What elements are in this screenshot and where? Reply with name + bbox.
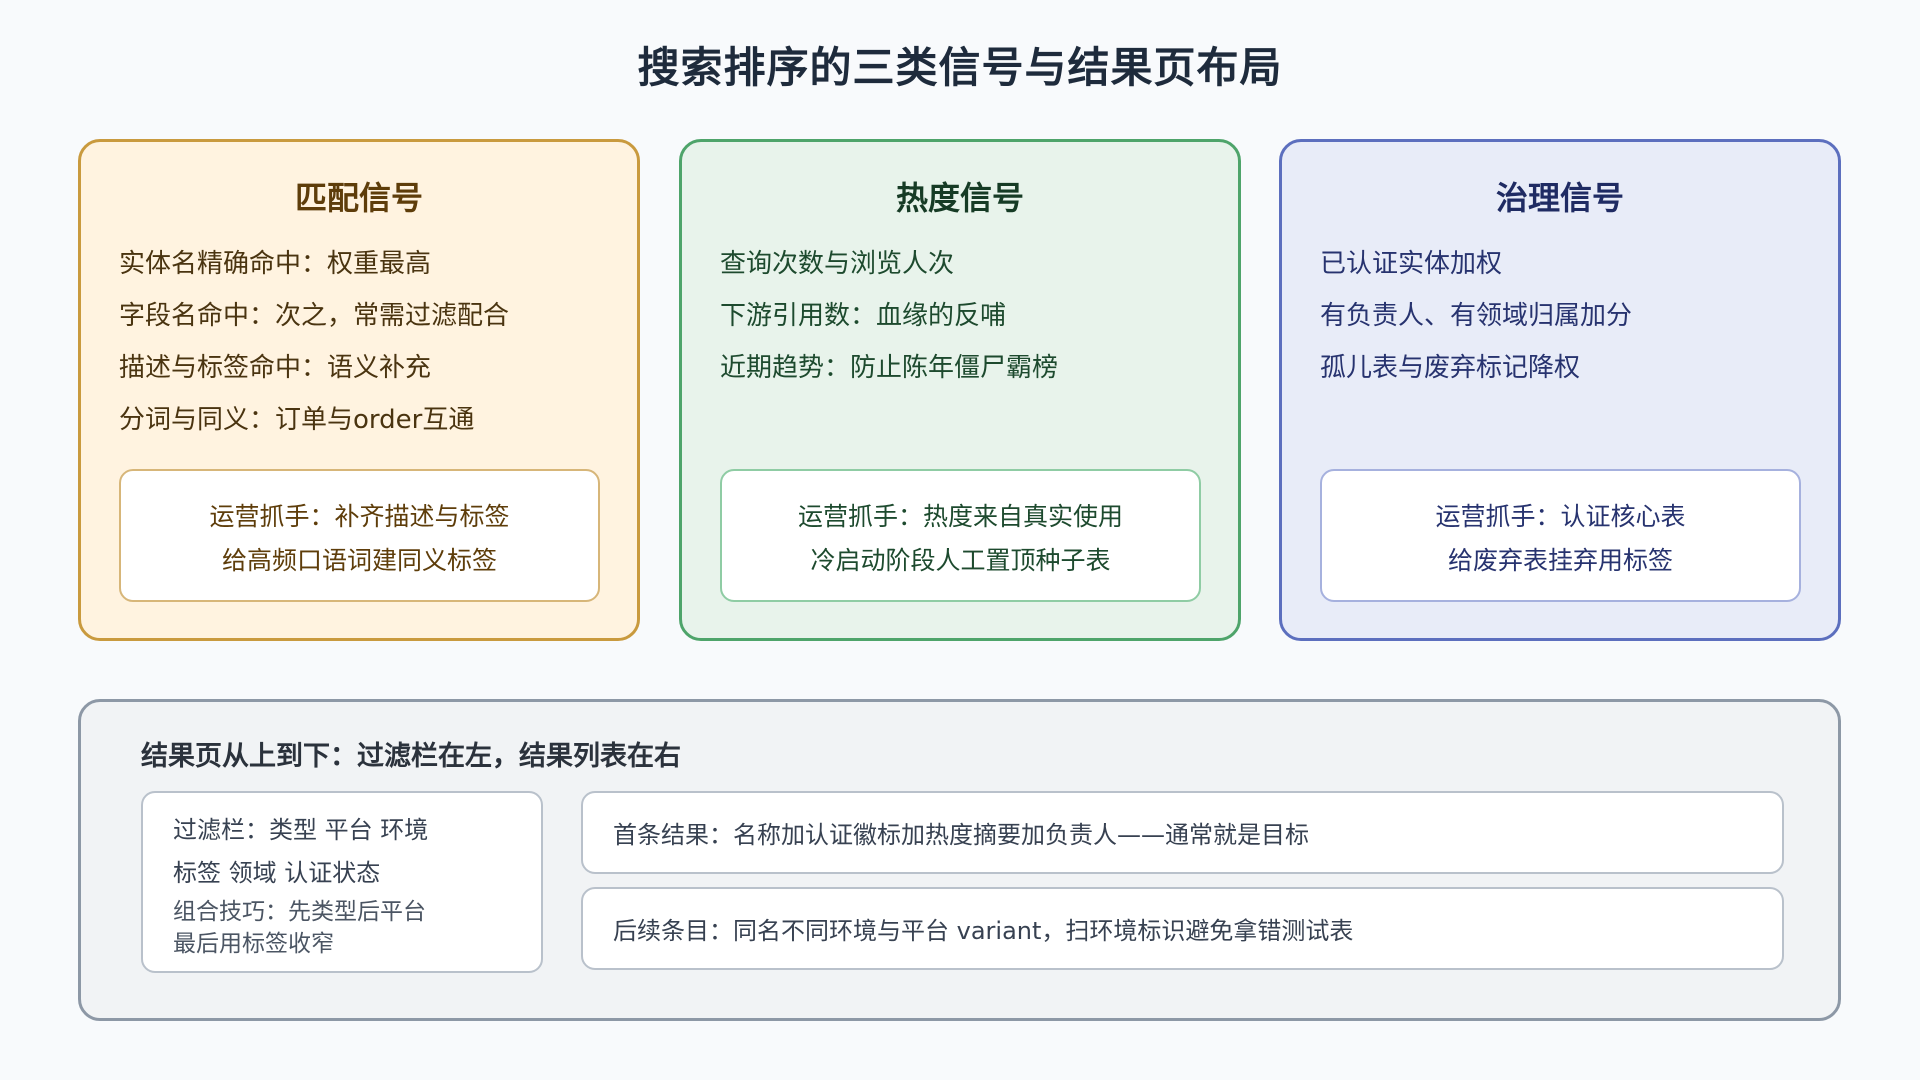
card-bullets: 查询次数与浏览人次 下游引用数：血缘的反哺 近期趋势：防止陈年僵尸霸榜 bbox=[720, 238, 1058, 394]
tip-line: 给废弃表挂弃用标签 bbox=[1447, 546, 1673, 575]
diagram-page: 搜索排序的三类信号与结果页布局 匹配信号 实体名精确命中：权重最高 字段名命中：… bbox=[0, 0, 1920, 1080]
bullet-item: 描述与标签命中：语义补充 bbox=[119, 353, 432, 383]
ops-tip-box: 运营抓手：认证核心表 给废弃表挂弃用标签 bbox=[1320, 469, 1801, 602]
card-title: 治理信号 bbox=[1495, 179, 1624, 217]
bullet-item: 已认证实体加权 bbox=[1320, 249, 1503, 279]
filter-line: 过滤栏：类型 平台 环境 bbox=[173, 816, 429, 844]
page-title: 搜索排序的三类信号与结果页布局 bbox=[637, 43, 1283, 92]
bullet-item: 近期趋势：防止陈年僵尸霸榜 bbox=[720, 353, 1059, 383]
bullet-item: 有负责人、有领域归属加分 bbox=[1320, 301, 1633, 331]
tip-line: 运营抓手：补齐描述与标签 bbox=[209, 502, 510, 531]
bullet-item: 实体名精确命中：权重最高 bbox=[119, 249, 432, 279]
card-title: 匹配信号 bbox=[294, 179, 423, 217]
match-signal-card: 匹配信号 实体名精确命中：权重最高 字段名命中：次之，常需过滤配合 描述与标签命… bbox=[78, 139, 640, 641]
tip-line: 运营抓手：热度来自真实使用 bbox=[797, 502, 1123, 531]
card-bullets: 已认证实体加权 有负责人、有领域归属加分 孤儿表与废弃标记降权 bbox=[1320, 238, 1632, 394]
heat-signal-card: 热度信号 查询次数与浏览人次 下游引用数：血缘的反哺 近期趋势：防止陈年僵尸霸榜… bbox=[679, 139, 1241, 641]
filter-tip-line: 最后用标签收窄 bbox=[173, 931, 334, 957]
bullet-item: 下游引用数：血缘的反哺 bbox=[720, 301, 1007, 331]
bullet-item: 查询次数与浏览人次 bbox=[720, 249, 955, 279]
ops-tip-box: 运营抓手：补齐描述与标签 给高频口语词建同义标签 bbox=[119, 469, 600, 602]
tip-line: 给高频口语词建同义标签 bbox=[221, 546, 497, 575]
bullet-item: 孤儿表与废弃标记降权 bbox=[1320, 353, 1581, 383]
filter-tip: 组合技巧：先类型后平台 最后用标签收窄 bbox=[173, 896, 541, 960]
subsequent-results-box: 后续条目：同名不同环境与平台 variant，扫环境标识避免拿错测试表 bbox=[581, 887, 1784, 970]
card-bullets: 实体名精确命中：权重最高 字段名命中：次之，常需过滤配合 描述与标签命中：语义补… bbox=[119, 238, 509, 446]
card-title: 热度信号 bbox=[895, 179, 1024, 217]
ops-tip-box: 运营抓手：热度来自真实使用 冷启动阶段人工置顶种子表 bbox=[720, 469, 1201, 602]
first-result-text: 首条结果：名称加认证徽标加热度摘要加负责人——通常就是目标 bbox=[613, 821, 1309, 849]
tip-line: 冷启动阶段人工置顶种子表 bbox=[810, 546, 1111, 575]
result-page-layout-panel: 结果页从上到下：过滤栏在左，结果列表在右 过滤栏：类型 平台 环境 标签 领域 … bbox=[78, 699, 1841, 1021]
subsequent-results-text: 后续条目：同名不同环境与平台 variant，扫环境标识避免拿错测试表 bbox=[613, 917, 1354, 945]
filter-line: 标签 领域 认证状态 bbox=[173, 859, 381, 887]
first-result-box: 首条结果：名称加认证徽标加热度摘要加负责人——通常就是目标 bbox=[581, 791, 1784, 874]
filter-tip-line: 组合技巧：先类型后平台 bbox=[173, 899, 426, 925]
bullet-item: 字段名命中：次之，常需过滤配合 bbox=[119, 301, 510, 331]
tip-line: 运营抓手：认证核心表 bbox=[1435, 502, 1686, 531]
bullet-item: 分词与同义：订单与order互通 bbox=[119, 405, 475, 435]
filter-bar-box: 过滤栏：类型 平台 环境 标签 领域 认证状态 组合技巧：先类型后平台 最后用标… bbox=[141, 791, 543, 973]
layout-title: 结果页从上到下：过滤栏在左，结果列表在右 bbox=[141, 741, 681, 772]
governance-signal-card: 治理信号 已认证实体加权 有负责人、有领域归属加分 孤儿表与废弃标记降权 运营抓… bbox=[1279, 139, 1841, 641]
